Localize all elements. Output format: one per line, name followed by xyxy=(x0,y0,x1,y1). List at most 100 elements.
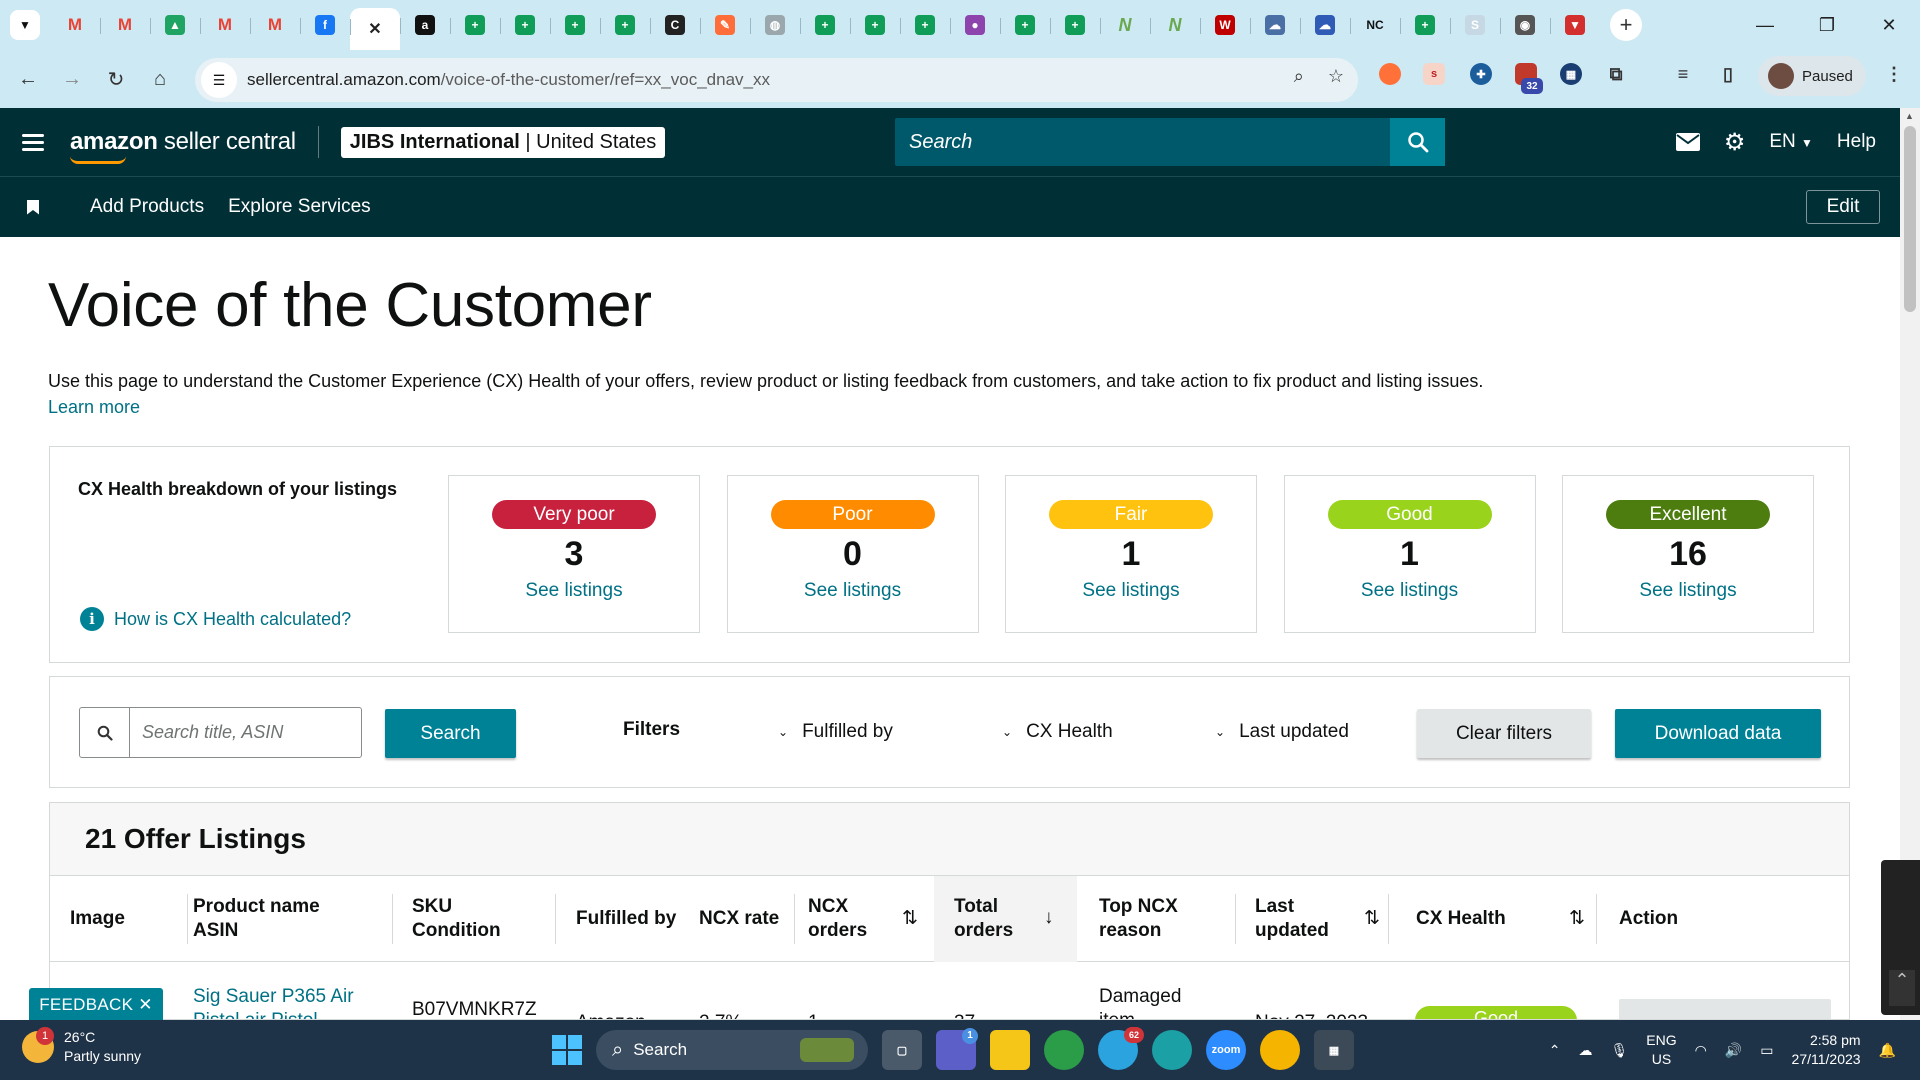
browser-tab[interactable]: N xyxy=(1150,7,1200,43)
edit-nav-button[interactable]: Edit xyxy=(1806,190,1880,224)
bookmark-star-icon[interactable]: ☆ xyxy=(1328,66,1344,87)
see-listings-link[interactable]: See listings xyxy=(728,580,978,602)
browser-tab[interactable]: + xyxy=(500,7,550,43)
search-button[interactable]: Search xyxy=(385,709,516,758)
browser-tab[interactable]: M xyxy=(200,7,250,43)
home-icon[interactable]: ⌂ xyxy=(140,59,180,99)
browser-tab[interactable]: ◉ xyxy=(1500,7,1550,43)
sort-icon[interactable]: ⇅ xyxy=(1569,907,1585,930)
taskbar-search[interactable]: ⌕ Search xyxy=(596,1030,868,1070)
close-window-icon[interactable]: ✕ xyxy=(1858,0,1920,50)
tab-search-button[interactable]: ▼ xyxy=(10,10,40,40)
browser-tab[interactable]: + xyxy=(1000,7,1050,43)
volume-icon[interactable]: 🔊 xyxy=(1725,1042,1742,1059)
chrome-canary-icon[interactable] xyxy=(1260,1030,1300,1070)
zoom-icon[interactable]: zoom xyxy=(1206,1030,1246,1070)
browser-tab[interactable]: W xyxy=(1200,7,1250,43)
nav-add-products[interactable]: Add Products xyxy=(90,196,204,218)
browser-tab[interactable]: NC xyxy=(1350,7,1400,43)
browser-tab[interactable]: ▼ xyxy=(1550,7,1600,43)
download-data-button[interactable]: Download data xyxy=(1615,709,1821,758)
help-link[interactable]: Help xyxy=(1837,131,1876,153)
address-bar[interactable]: ☰ sellercentral.amazon.com/voice-of-the-… xyxy=(195,58,1358,102)
browser-tab[interactable]: + xyxy=(450,7,500,43)
see-listings-link[interactable]: See listings xyxy=(1006,580,1256,602)
clock[interactable]: 2:58 pm 27/11/2023 xyxy=(1792,1031,1861,1069)
scrollbar-thumb[interactable] xyxy=(1904,126,1916,312)
cx-health-dropdown[interactable]: ⌄ CX Health xyxy=(1002,721,1113,743)
windows-start-icon[interactable] xyxy=(552,1035,582,1065)
browser-tab[interactable]: + xyxy=(600,7,650,43)
feedback-button[interactable]: FEEDBACK ✕ xyxy=(29,988,163,1022)
wifi-icon[interactable]: ◠ xyxy=(1695,1042,1707,1059)
calculator-icon[interactable]: ▦ xyxy=(1314,1030,1354,1070)
maximize-icon[interactable]: ❐ xyxy=(1796,0,1858,50)
browser-tab[interactable]: M xyxy=(100,7,150,43)
browser-tab[interactable]: ◍ xyxy=(750,7,800,43)
profile-button[interactable]: Paused xyxy=(1758,56,1866,96)
browser-tab[interactable]: + xyxy=(800,7,850,43)
sort-icon[interactable]: ⇅ xyxy=(902,907,918,930)
see-listings-link[interactable]: See listings xyxy=(449,580,699,602)
extension-icon[interactable]: s xyxy=(1423,63,1445,85)
chevron-up-icon[interactable]: ⌃ xyxy=(1549,1042,1561,1059)
account-switcher[interactable]: JIBS International | United States xyxy=(340,126,666,158)
arrow-down-icon[interactable]: ↓ xyxy=(1044,907,1054,929)
language-indicator[interactable]: ENG US xyxy=(1646,1031,1676,1069)
browser-tab[interactable]: M xyxy=(250,7,300,43)
gear-icon[interactable]: ⚙ xyxy=(1724,128,1746,157)
more-menu-icon[interactable]: ⋮ xyxy=(1883,63,1905,85)
task-view-icon[interactable]: ▢ xyxy=(882,1030,922,1070)
minimize-icon[interactable]: — xyxy=(1734,0,1796,50)
browser-tab[interactable]: + xyxy=(1050,7,1100,43)
forward-icon[interactable]: → xyxy=(52,59,92,99)
browser-tab[interactable]: N xyxy=(1100,7,1150,43)
scroll-to-top-icon[interactable]: ⌃ xyxy=(1889,970,1915,1006)
url-text[interactable]: sellercentral.amazon.com/voice-of-the-cu… xyxy=(247,70,770,90)
learn-more-link[interactable]: Learn more xyxy=(48,397,140,417)
col-total-orders[interactable]: Total orders xyxy=(934,876,1077,962)
last-updated-dropdown[interactable]: ⌄ Last updated xyxy=(1215,721,1349,743)
mail-icon[interactable] xyxy=(1675,133,1700,151)
browser-tab[interactable]: + xyxy=(850,7,900,43)
browser-tab[interactable]: ☁ xyxy=(1300,7,1350,43)
browser-tab[interactable]: f xyxy=(300,7,350,43)
weather-widget[interactable]: 1 26°C Partly sunny xyxy=(22,1027,141,1066)
battery-icon[interactable]: ▭ xyxy=(1760,1042,1773,1059)
see-listings-link[interactable]: See listings xyxy=(1285,580,1535,602)
extension-icon[interactable]: ✚ xyxy=(1470,63,1492,85)
media-control-icon[interactable]: ≡ xyxy=(1672,63,1694,85)
clear-filters-button[interactable]: Clear filters xyxy=(1417,709,1591,758)
listing-search-input[interactable]: Search title, ASIN xyxy=(130,708,283,757)
reload-icon[interactable]: ↻ xyxy=(96,59,136,99)
browser-tab[interactable]: M xyxy=(50,7,100,43)
header-search-button[interactable] xyxy=(1390,118,1445,166)
browser-tab[interactable]: S xyxy=(1450,7,1500,43)
edge-icon[interactable] xyxy=(1152,1030,1192,1070)
close-icon[interactable]: ✕ xyxy=(138,995,153,1015)
browser-tab[interactable]: + xyxy=(550,7,600,43)
browser-tab[interactable]: C xyxy=(650,7,700,43)
header-search-input[interactable]: Search xyxy=(895,118,1445,166)
telegram-icon[interactable]: 62 xyxy=(1098,1027,1144,1070)
chrome-icon[interactable] xyxy=(1044,1030,1084,1070)
fulfilled-by-dropdown[interactable]: ⌄ Fulfilled by xyxy=(778,721,893,743)
notification-bell-icon[interactable]: 🔔 xyxy=(1879,1042,1896,1059)
browser-tab[interactable]: + xyxy=(900,7,950,43)
browser-tab[interactable]: a xyxy=(400,7,450,43)
site-info-icon[interactable]: ☰ xyxy=(201,62,237,98)
zoom-icon[interactable]: ⌕ xyxy=(1294,66,1304,87)
see-listings-link[interactable]: See listings xyxy=(1563,580,1813,602)
nav-explore-services[interactable]: Explore Services xyxy=(228,196,371,218)
product-name-link[interactable]: Sig Sauer P365 AirPistol air Pistol xyxy=(193,985,354,1019)
extension-icon[interactable]: ▦ xyxy=(1560,63,1582,85)
file-explorer-icon[interactable] xyxy=(990,1030,1030,1070)
scroll-up-icon[interactable]: ▲ xyxy=(1905,111,1914,121)
browser-tab[interactable]: ☁ xyxy=(1250,7,1300,43)
onedrive-icon[interactable]: ☁ xyxy=(1579,1042,1593,1059)
floating-widget[interactable]: ⌃ xyxy=(1881,860,1920,1015)
see-details-button[interactable]: See details xyxy=(1619,999,1831,1019)
microphone-icon[interactable]: 🎙 xyxy=(1611,1042,1629,1059)
hamburger-menu-icon[interactable] xyxy=(22,130,44,155)
browser-tab[interactable]: ✎ xyxy=(700,7,750,43)
